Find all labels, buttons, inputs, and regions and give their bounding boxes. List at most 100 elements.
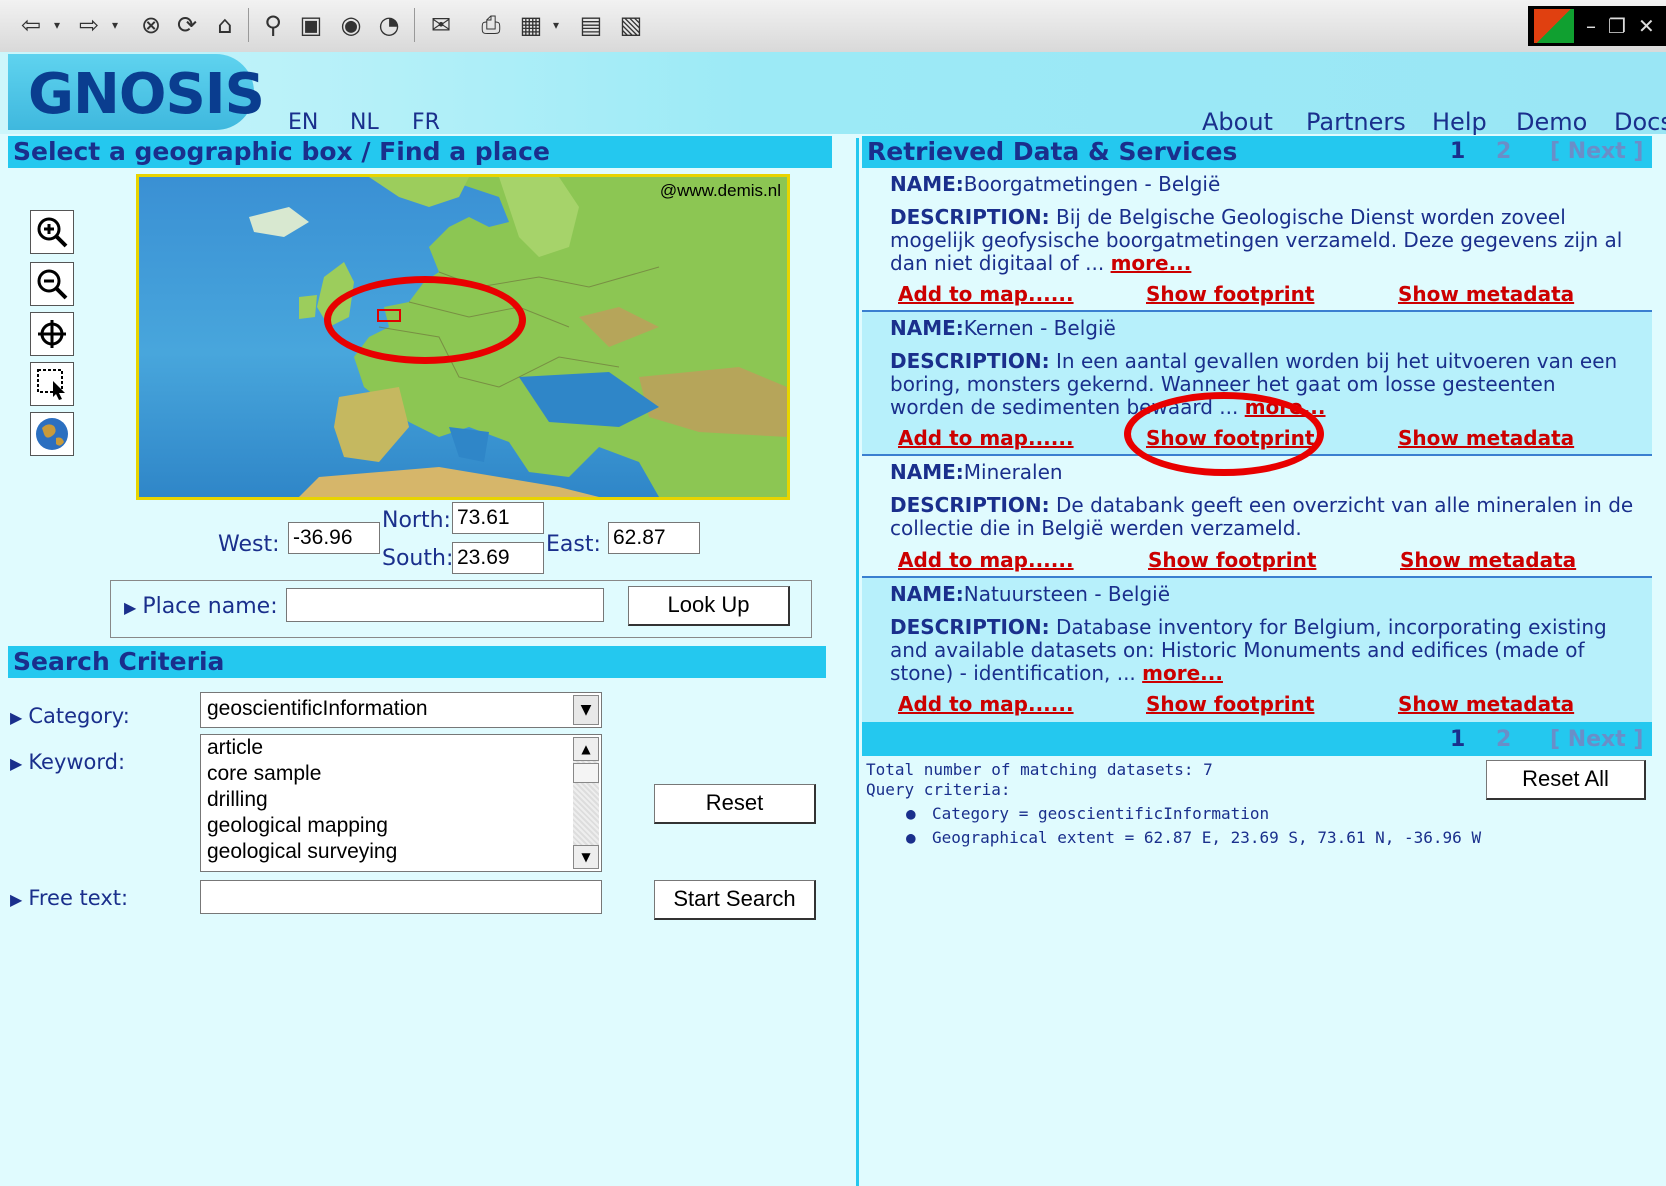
name-prefix: NAME: bbox=[890, 172, 964, 196]
record-name: NAME:Boorgatmetingen - België bbox=[890, 172, 1220, 196]
mail-icon[interactable]: ✉ bbox=[424, 8, 458, 42]
lang-en-link[interactable]: EN bbox=[288, 110, 318, 135]
category-label: ▶ Category: bbox=[10, 704, 130, 728]
minimize-button[interactable]: – bbox=[1586, 14, 1596, 38]
record-name-text: Boorgatmetingen - België bbox=[963, 172, 1221, 196]
list-item[interactable]: geological mapping bbox=[201, 813, 601, 839]
nav-demo[interactable]: Demo bbox=[1516, 108, 1587, 136]
keyword-listbox[interactable]: article core sample drilling geological … bbox=[200, 734, 602, 872]
next-page-link[interactable]: [ Next ] bbox=[1550, 139, 1643, 164]
nav-about[interactable]: About bbox=[1202, 108, 1273, 136]
record-name-text: Mineralen bbox=[963, 460, 1063, 484]
place-label-text: Place name: bbox=[142, 594, 278, 619]
page-1-link[interactable]: 1 bbox=[1450, 727, 1465, 752]
reset-all-button[interactable]: Reset All bbox=[1486, 760, 1646, 800]
research-icon[interactable]: ▧ bbox=[614, 8, 648, 42]
lookup-button[interactable]: Look Up bbox=[628, 586, 790, 626]
print-icon[interactable]: ⎙ bbox=[474, 8, 508, 42]
page-2-link[interactable]: 2 bbox=[1496, 139, 1511, 164]
triangle-icon: ▶ bbox=[10, 754, 23, 773]
add-to-map-link[interactable]: Add to map...... bbox=[898, 426, 1074, 450]
search-icon[interactable]: ⚲ bbox=[256, 8, 290, 42]
record-description: DESCRIPTION: In een aantal gevallen word… bbox=[890, 350, 1640, 419]
stop-icon[interactable]: ⊗ bbox=[134, 8, 168, 42]
scroll-up-icon[interactable]: ▲ bbox=[573, 737, 599, 761]
list-item[interactable]: drilling bbox=[201, 787, 601, 813]
chevron-down-icon[interactable]: ▼ bbox=[573, 695, 599, 725]
lang-nl-link[interactable]: NL bbox=[350, 110, 379, 135]
show-metadata-link[interactable]: Show metadata bbox=[1398, 282, 1574, 306]
east-label: East: bbox=[546, 532, 601, 557]
edit-icon[interactable]: ▦ bbox=[514, 8, 548, 42]
category-label-text: Category: bbox=[28, 704, 130, 728]
result-record: NAME:Kernen - België DESCRIPTION: In een… bbox=[862, 312, 1652, 454]
nav-help[interactable]: Help bbox=[1432, 108, 1487, 136]
gnosis-logo[interactable]: GNOSIS bbox=[8, 54, 265, 130]
bullet-icon: ● bbox=[906, 828, 916, 847]
more-link[interactable]: more... bbox=[1142, 661, 1223, 685]
list-item[interactable]: geological surveying bbox=[201, 839, 601, 865]
pan-icon[interactable] bbox=[30, 312, 74, 356]
page-2-link[interactable]: 2 bbox=[1496, 727, 1511, 752]
list-item[interactable]: core sample bbox=[201, 761, 601, 787]
forward-icon[interactable]: ⇨ bbox=[72, 8, 106, 42]
history-icon[interactable]: ◔ bbox=[372, 8, 406, 42]
back-dropdown-icon[interactable]: ▾ bbox=[48, 8, 66, 42]
zoom-in-icon[interactable] bbox=[30, 210, 74, 254]
freetext-input[interactable] bbox=[200, 880, 602, 914]
more-link[interactable]: more... bbox=[1245, 395, 1326, 419]
forward-dropdown-icon[interactable]: ▾ bbox=[106, 8, 124, 42]
place-label: ▶ Place name: bbox=[124, 594, 278, 619]
restore-button[interactable]: ❐ bbox=[1608, 14, 1626, 38]
start-search-button[interactable]: Start Search bbox=[654, 880, 816, 920]
discuss-icon[interactable]: ▤ bbox=[574, 8, 608, 42]
show-metadata-link[interactable]: Show metadata bbox=[1398, 692, 1574, 716]
show-footprint-link[interactable]: Show footprint bbox=[1146, 692, 1314, 716]
add-to-map-link[interactable]: Add to map...... bbox=[898, 548, 1074, 572]
page-1-link[interactable]: 1 bbox=[1450, 139, 1465, 164]
next-page-link[interactable]: [ Next ] bbox=[1550, 727, 1643, 752]
category-select[interactable]: geoscientificInformation ▼ bbox=[200, 692, 602, 728]
show-footprint-link[interactable]: Show footprint bbox=[1146, 426, 1314, 450]
show-footprint-link[interactable]: Show footprint bbox=[1146, 282, 1314, 306]
place-name-input[interactable] bbox=[286, 588, 604, 622]
nav-partners[interactable]: Partners bbox=[1306, 108, 1406, 136]
refresh-icon[interactable]: ⟳ bbox=[170, 8, 204, 42]
toolbar-separator bbox=[248, 8, 249, 42]
query-summary: Total number of matching datasets: 7 Que… bbox=[866, 760, 1213, 800]
reset-button[interactable]: Reset bbox=[654, 784, 816, 824]
home-icon[interactable]: ⌂ bbox=[208, 8, 242, 42]
list-item[interactable]: article bbox=[201, 735, 601, 761]
name-prefix: NAME: bbox=[890, 316, 964, 340]
zoom-out-icon[interactable] bbox=[30, 262, 74, 306]
more-link[interactable]: more... bbox=[1111, 251, 1192, 275]
criteria-label: Query criteria: bbox=[866, 780, 1011, 799]
west-input[interactable]: -36.96 bbox=[288, 522, 380, 554]
east-input[interactable]: 62.87 bbox=[608, 522, 700, 554]
total-count: Total number of matching datasets: 7 bbox=[866, 760, 1213, 779]
scroll-down-icon[interactable]: ▼ bbox=[573, 845, 599, 869]
north-input[interactable]: 73.61 bbox=[452, 502, 544, 534]
add-to-map-link[interactable]: Add to map...... bbox=[898, 692, 1074, 716]
show-metadata-link[interactable]: Show metadata bbox=[1400, 548, 1576, 572]
back-icon[interactable]: ⇦ bbox=[14, 8, 48, 42]
media-icon[interactable]: ◉ bbox=[334, 8, 368, 42]
desc-prefix: DESCRIPTION: bbox=[890, 493, 1050, 517]
globe-icon[interactable] bbox=[30, 412, 74, 456]
lang-fr-link[interactable]: FR bbox=[412, 110, 440, 135]
show-footprint-link[interactable]: Show footprint bbox=[1148, 548, 1316, 572]
nav-docs[interactable]: Docs bbox=[1614, 108, 1666, 136]
show-metadata-link[interactable]: Show metadata bbox=[1398, 426, 1574, 450]
favorites-icon[interactable]: ▣ bbox=[294, 8, 328, 42]
south-input[interactable]: 23.69 bbox=[452, 542, 544, 574]
south-label: South: bbox=[382, 546, 454, 571]
europe-map[interactable]: @www.demis.nl bbox=[136, 174, 790, 500]
scroll-thumb[interactable] bbox=[573, 763, 599, 783]
window-controls: – ❐ ✕ bbox=[1528, 6, 1666, 46]
keyword-scrollbar[interactable]: ▲ ▼ bbox=[573, 737, 599, 869]
edit-dropdown-icon[interactable]: ▾ bbox=[548, 8, 564, 42]
select-box-icon[interactable] bbox=[30, 362, 74, 406]
add-to-map-link[interactable]: Add to map...... bbox=[898, 282, 1074, 306]
close-button[interactable]: ✕ bbox=[1638, 14, 1655, 38]
desc-line: De databank geeft een overzicht van alle… bbox=[1049, 493, 1634, 517]
